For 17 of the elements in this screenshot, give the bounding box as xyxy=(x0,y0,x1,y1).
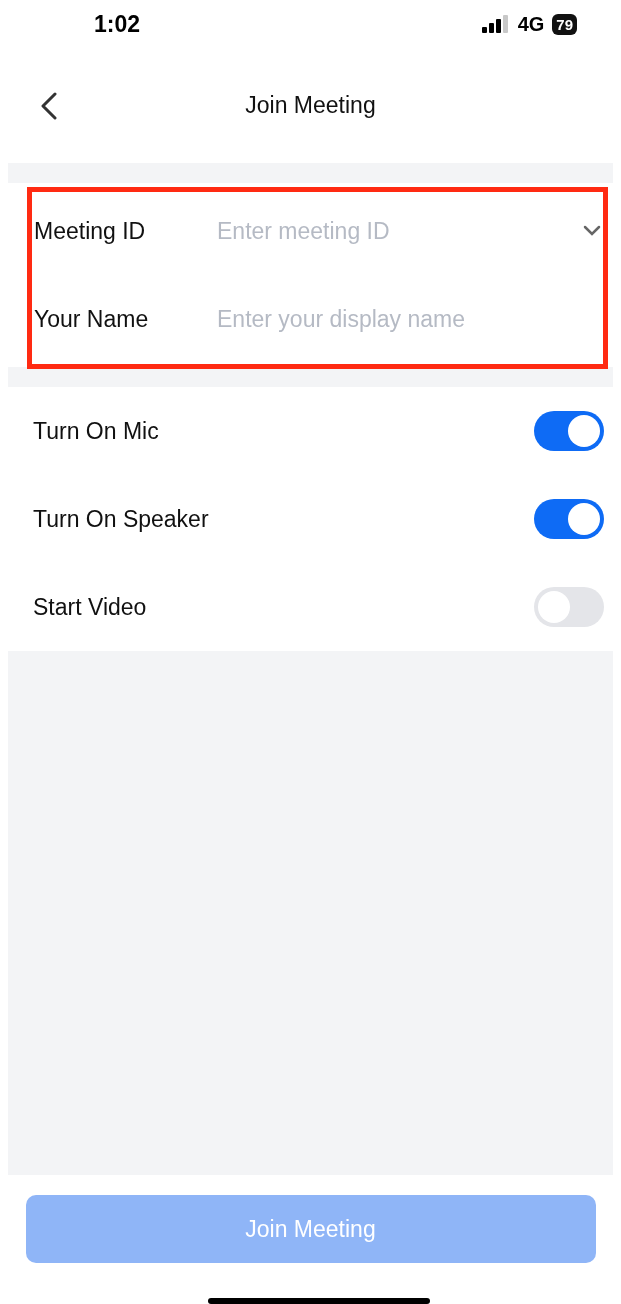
page-title: Join Meeting xyxy=(245,92,376,119)
toggle-switch[interactable] xyxy=(534,499,604,539)
battery-level: 79 xyxy=(552,13,577,35)
back-icon[interactable] xyxy=(40,91,58,120)
chevron-down-icon[interactable] xyxy=(583,225,601,237)
option-label: Start Video xyxy=(33,593,147,621)
field-label: Your Name xyxy=(34,305,150,333)
status-time: 1:02 xyxy=(94,10,141,38)
input-field[interactable]: Enter your display name xyxy=(215,304,601,334)
toggle-switch[interactable] xyxy=(534,587,604,627)
toggle-switch[interactable] xyxy=(534,411,604,451)
option-label: Turn On Mic xyxy=(33,417,159,445)
signal-icon xyxy=(481,15,510,33)
input-field[interactable]: Enter meeting ID xyxy=(215,216,583,246)
option-label: Turn On Speaker xyxy=(33,505,209,533)
field-label: Meeting ID xyxy=(34,217,147,245)
network-type: 4G xyxy=(517,12,545,36)
